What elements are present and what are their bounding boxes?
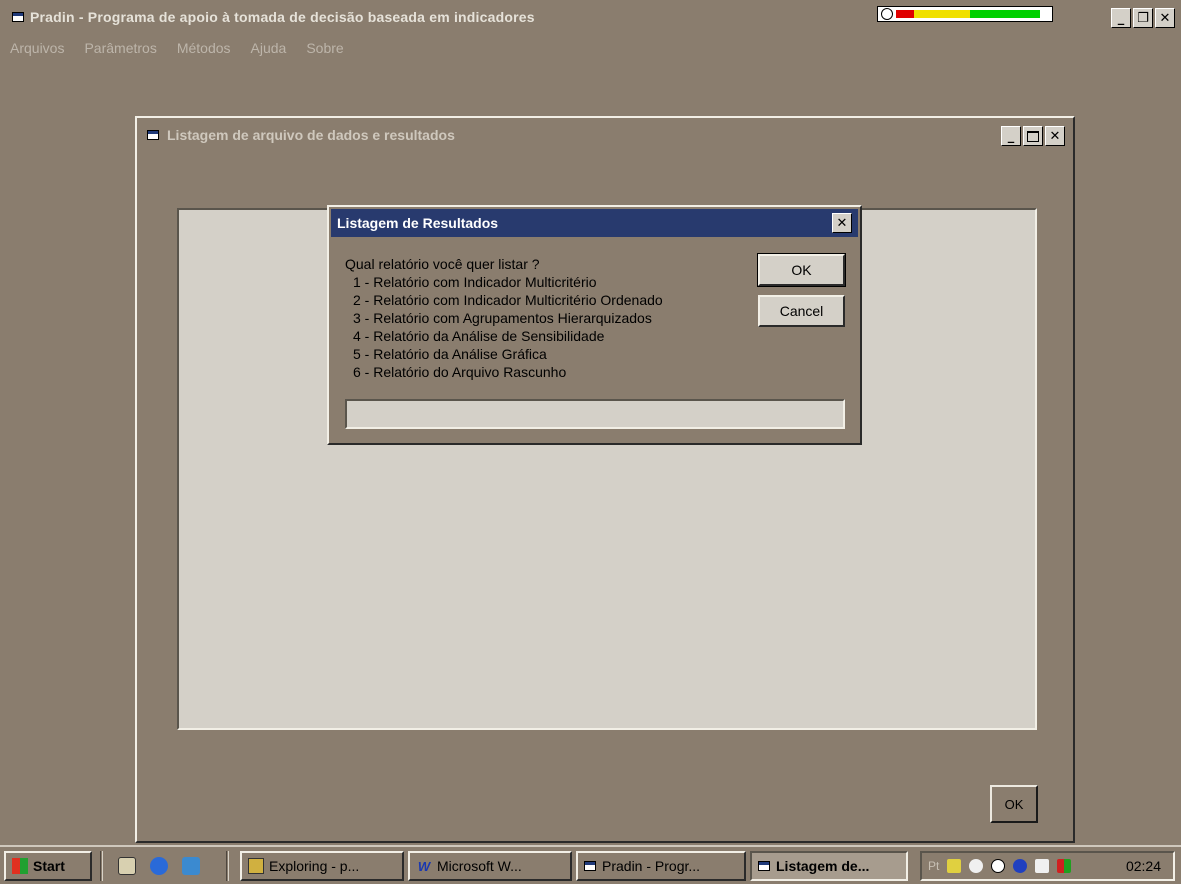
app-tray-icon[interactable] bbox=[1057, 859, 1072, 873]
start-button[interactable]: Start bbox=[4, 851, 92, 881]
snowman-icon[interactable] bbox=[969, 859, 984, 873]
taskbar: Start Exploring - p... W Microsoft W... … bbox=[0, 845, 1181, 884]
explorer-icon bbox=[248, 858, 264, 874]
word-icon: W bbox=[417, 858, 431, 874]
volume-icon[interactable] bbox=[947, 859, 962, 873]
taskbar-separator bbox=[226, 851, 229, 881]
outlook-express-icon[interactable] bbox=[182, 857, 200, 875]
windows-logo-icon bbox=[12, 858, 28, 874]
dialog-prompt: Qual relatório você quer listar ? bbox=[345, 256, 540, 272]
dialog-cancel-button[interactable]: Cancel bbox=[758, 295, 845, 327]
start-label: Start bbox=[33, 858, 65, 874]
app-window-icon[interactable] bbox=[12, 12, 24, 22]
dialog-title-bar[interactable]: Listagem de Resultados ✕ bbox=[331, 209, 858, 237]
dialog-close-button[interactable]: ✕ bbox=[832, 213, 852, 233]
taskbar-pradin-label: Pradin - Progr... bbox=[602, 858, 701, 874]
clock[interactable]: 02:24 bbox=[1126, 858, 1161, 874]
app-title: Pradin - Programa de apoio à tomada de d… bbox=[30, 9, 535, 25]
taskbar-pradin[interactable]: Pradin - Progr... bbox=[576, 851, 746, 881]
taskbar-listagem-label: Listagem de... bbox=[776, 858, 870, 874]
meter-dial-icon bbox=[881, 8, 893, 20]
menu-parametros[interactable]: Parâmetros bbox=[84, 40, 156, 56]
taskbar-exploring[interactable]: Exploring - p... bbox=[240, 851, 404, 881]
menu-metodos[interactable]: Métodos bbox=[177, 40, 231, 56]
taskbar-word-label: Microsoft W... bbox=[437, 858, 522, 874]
menu-sobre[interactable]: Sobre bbox=[306, 40, 343, 56]
system-tray: Pt 02:24 bbox=[920, 851, 1175, 881]
language-indicator[interactable]: Pt bbox=[928, 859, 939, 873]
listing-maximize-button[interactable] bbox=[1023, 126, 1043, 146]
maximize-icon bbox=[1027, 130, 1039, 142]
report-option: 6 - Relatório do Arquivo Rascunho bbox=[353, 364, 567, 380]
report-option: 1 - Relatório com Indicador Multicritéri… bbox=[353, 274, 597, 290]
dialog-ok-button[interactable]: OK bbox=[757, 253, 846, 287]
report-option: 5 - Relatório da Análise Gráfica bbox=[353, 346, 547, 362]
taskbar-exploring-label: Exploring - p... bbox=[269, 858, 360, 874]
taskbar-separator bbox=[100, 851, 103, 881]
menu-ajuda[interactable]: Ajuda bbox=[251, 40, 287, 56]
internet-explorer-icon[interactable] bbox=[150, 857, 168, 875]
listing-window-title-bar[interactable]: Listagem de arquivo de dados e resultado… bbox=[139, 120, 1071, 150]
listing-window-icon[interactable] bbox=[147, 130, 159, 140]
report-option: 3 - Relatório com Agrupamentos Hierarqui… bbox=[353, 310, 652, 326]
taskbar-listagem[interactable]: Listagem de... bbox=[750, 851, 908, 881]
show-desktop-icon[interactable] bbox=[118, 857, 136, 875]
listing-window-title: Listagem de arquivo de dados e resultado… bbox=[167, 127, 455, 143]
scheduler-icon[interactable] bbox=[1013, 859, 1028, 873]
listing-close-button[interactable]: ✕ bbox=[1045, 126, 1065, 146]
app-title-bar[interactable]: Pradin - Programa de apoio à tomada de d… bbox=[0, 0, 1181, 34]
results-dialog: Listagem de Resultados ✕ Qual relatório … bbox=[327, 205, 862, 445]
resource-meter bbox=[877, 6, 1053, 22]
meter-red-segment bbox=[896, 10, 914, 18]
menu-bar: Arquivos Parâmetros Métodos Ajuda Sobre bbox=[10, 40, 344, 56]
listing-minimize-button[interactable]: _ bbox=[1001, 126, 1021, 146]
report-number-input[interactable] bbox=[345, 399, 845, 429]
restore-button[interactable]: ❐ bbox=[1133, 8, 1153, 28]
listing-ok-button[interactable]: OK bbox=[990, 785, 1038, 823]
dialog-title: Listagem de Resultados bbox=[337, 215, 499, 231]
close-button[interactable]: ✕ bbox=[1155, 8, 1175, 28]
resource-meter-icon[interactable] bbox=[991, 859, 1006, 873]
report-options-list: 1 - Relatório com Indicador Multicritéri… bbox=[353, 273, 663, 381]
listagem-icon bbox=[758, 861, 770, 871]
report-option: 2 - Relatório com Indicador Multicritéri… bbox=[353, 292, 663, 308]
minimize-button[interactable]: _ bbox=[1111, 8, 1131, 28]
menu-arquivos[interactable]: Arquivos bbox=[10, 40, 64, 56]
pradin-icon bbox=[584, 861, 596, 871]
report-option: 4 - Relatório da Análise de Sensibilidad… bbox=[353, 328, 605, 344]
task-icon[interactable] bbox=[1035, 859, 1050, 873]
meter-green-segment bbox=[970, 10, 1040, 18]
meter-yellow-segment bbox=[914, 10, 970, 18]
taskbar-word[interactable]: W Microsoft W... bbox=[408, 851, 572, 881]
